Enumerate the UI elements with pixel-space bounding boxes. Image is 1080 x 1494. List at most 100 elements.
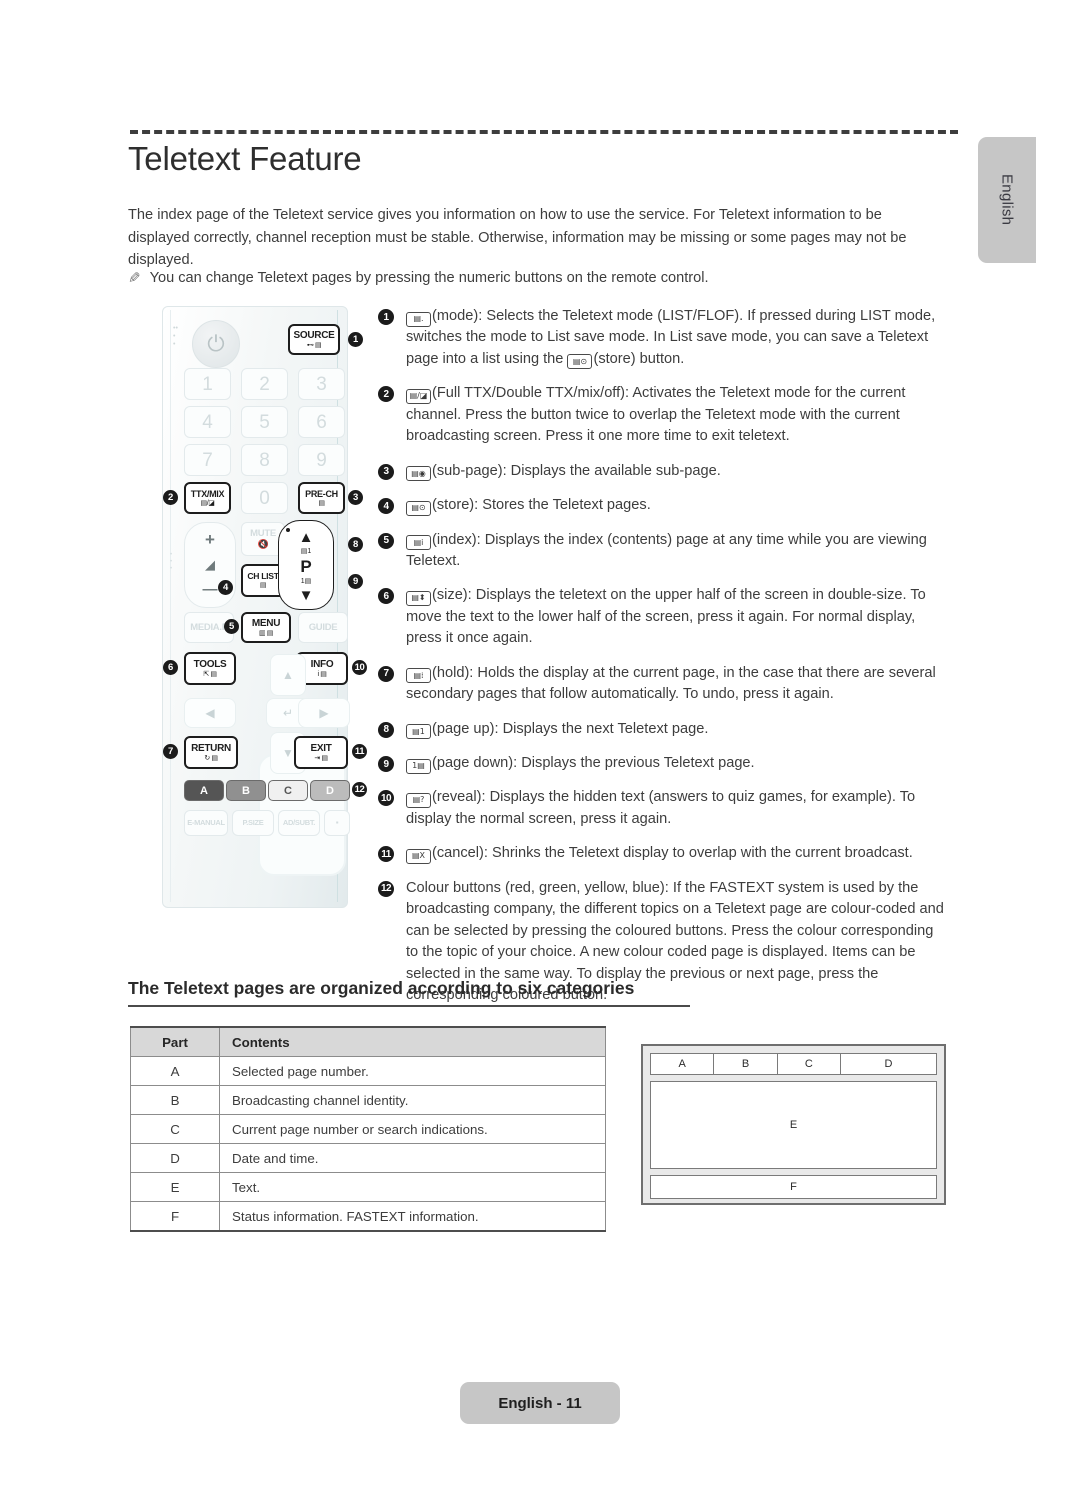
cancel-icon: ▤X [406, 848, 431, 864]
teletext-layout-diagram: A B C D E F [641, 1044, 946, 1205]
description-body: (reveal): Displays the hidden text (answ… [406, 789, 916, 827]
description-text: ▤i (index): Displays the index (contents)… [406, 530, 948, 573]
remote-button-info-label: INFO [310, 658, 334, 670]
table-row: D Date and time. [130, 1143, 606, 1173]
power-icon: ⏻ [192, 320, 240, 368]
remote-colour-button-d-label: D [326, 784, 334, 797]
remote-button-p-size: P.SIZE [232, 810, 274, 836]
description-item: 1 ▤. (mode): Selects the Teletext mode (L… [378, 306, 948, 370]
pencil-note-icon: ✎ [128, 270, 141, 287]
table-cell-part: F [130, 1201, 220, 1232]
remote-button-return-sub: ↻ ▤ [204, 754, 218, 762]
diagram-cell-c: C [777, 1053, 842, 1075]
description-body: (Full TTX/Double TTX/mix/off): Activates… [406, 385, 906, 445]
remote-button-exit: EXIT ⇥ ▤ [294, 736, 348, 769]
remote-side-dots: • • • [170, 552, 173, 572]
remote-button-e-manual: E-MANUAL [184, 810, 228, 836]
remote-volume-rocker: + ◢ — [184, 522, 236, 608]
description-item: 10 ▤? (reveal): Displays the hidden text … [378, 787, 948, 830]
callout-9: 9 [348, 574, 363, 589]
table-cell-part: C [130, 1114, 220, 1144]
table-cell-part: E [130, 1172, 220, 1202]
description-item: 3 ▤◉ (sub-page): Displays the available s… [378, 461, 948, 482]
remote-button-e-manual-label: E-MANUAL [187, 818, 225, 828]
remote-button-stop: ▪ [324, 810, 350, 836]
description-body-2: (store) button. [593, 350, 685, 367]
callout-2: 2 [163, 490, 178, 505]
table-cell-contents: Date and time. [219, 1143, 606, 1173]
description-number: 9 [378, 756, 394, 772]
teletext-parts-table: Part Contents A Selected page number. B … [130, 1026, 606, 1232]
chevron-down-icon: ▼ [298, 587, 314, 604]
page-title: Teletext Feature [128, 140, 362, 177]
remote-button-info-sub: i ▤ [317, 670, 327, 678]
description-item: 11 ▤X (cancel): Shrinks the Teletext disp… [378, 843, 948, 864]
table-cell-contents: Current page number or search indication… [219, 1114, 606, 1144]
dpad-up-icon: ▲ [270, 654, 306, 696]
remote-button-source-label: SOURCE [293, 329, 335, 341]
remote-key-4-label: 4 [202, 411, 213, 433]
remote-colour-button-d: D [310, 780, 350, 801]
remote-button-tools: TOOLS ⇱ ▤ [184, 652, 236, 685]
callout-10: 10 [352, 660, 367, 675]
description-body: (store): Stores the Teletext pages. [432, 497, 651, 514]
description-number: 3 [378, 463, 394, 480]
side-language-tab: English [978, 137, 1036, 263]
remote-key-8-label: 8 [259, 449, 270, 471]
remote-colour-button-c: C [268, 780, 308, 801]
description-text: ▤◉ (sub-page): Displays the available sub… [406, 461, 721, 482]
remote-led-dots: •• • • [173, 325, 178, 348]
remote-key-7-label: 7 [202, 449, 213, 471]
description-number: 6 [378, 588, 394, 605]
remote-button-tools-sub: ⇱ ▤ [203, 670, 217, 678]
remote-button-ad-subt: AD/SUBT. [278, 810, 320, 836]
callout-5: 5 [224, 619, 239, 634]
page-footer: English - 11 [460, 1382, 620, 1424]
diagram-cell-f: F [650, 1175, 937, 1199]
diagram-cell-d: D [841, 1053, 938, 1075]
table-cell-part: B [130, 1085, 220, 1115]
remote-key-7: 7 [184, 444, 231, 476]
description-text: ▤1 (page up): Displays the next Teletext … [406, 719, 708, 740]
table-row: C Current page number or search indicati… [130, 1114, 606, 1144]
callout-4: 4 [218, 580, 233, 595]
table-row: F Status information. FASTEXT informatio… [130, 1201, 606, 1232]
section-heading: The Teletext pages are organized accordi… [128, 978, 635, 998]
description-body: (page up): Displays the next Teletext pa… [432, 720, 709, 737]
table-column-contents: Contents [219, 1026, 606, 1057]
description-number: 4 [378, 498, 394, 515]
description-text: ▤⊙ (store): Stores the Teletext pages. [406, 495, 651, 516]
size-icon: ▤⬍ [406, 590, 431, 606]
chevron-up-icon: ▲ [298, 529, 314, 546]
callout-7: 7 [163, 744, 178, 759]
manual-page: English Teletext Feature The index page … [0, 0, 1080, 1494]
remote-button-ad-subt-label: AD/SUBT. [282, 818, 316, 828]
remote-key-5: 5 [241, 406, 288, 438]
remote-key-0-label: 0 [259, 487, 270, 509]
remote-button-exit-sub: ⇥ ▤ [314, 754, 328, 762]
description-body: (hold): Holds the display at the current… [406, 664, 936, 703]
description-number: 5 [378, 532, 394, 549]
table-row: B Broadcasting channel identity. [130, 1085, 606, 1115]
description-number: 10 [378, 790, 394, 807]
description-text: ▤⁞ (hold): Holds the display at the curre… [406, 663, 948, 706]
remote-button-source: SOURCE ⊷ ▤ [288, 324, 340, 355]
remote-button-guide-label: GUIDE [308, 621, 338, 633]
remote-button-menu-label: MENU [251, 617, 281, 629]
remote-button-mute-label: MUTE [250, 528, 276, 540]
remote-key-2: 2 [241, 368, 288, 400]
description-text: 1▤ (page down): Displays the previous Tel… [406, 753, 755, 774]
remote-key-1: 1 [184, 368, 231, 400]
remote-key-5-label: 5 [259, 411, 270, 433]
remote-button-p-size-label: P.SIZE [242, 818, 264, 828]
page-footer-label: English - 11 [498, 1394, 582, 1412]
remote-key-3-label: 3 [316, 373, 327, 395]
remote-colour-button-a: A [184, 780, 224, 801]
callout-12: 12 [352, 782, 367, 797]
remote-button-guide: GUIDE [298, 612, 348, 643]
description-item: 8 ▤1 (page up): Displays the next Teletex… [378, 719, 948, 740]
table-cell-contents: Selected page number. [219, 1056, 606, 1086]
diagram-cell-a: A [650, 1053, 715, 1075]
remote-button-ttx-mix: TTX/MIX ▤/◪ [184, 482, 231, 514]
description-body: (sub-page): Displays the available sub-p… [432, 462, 721, 479]
